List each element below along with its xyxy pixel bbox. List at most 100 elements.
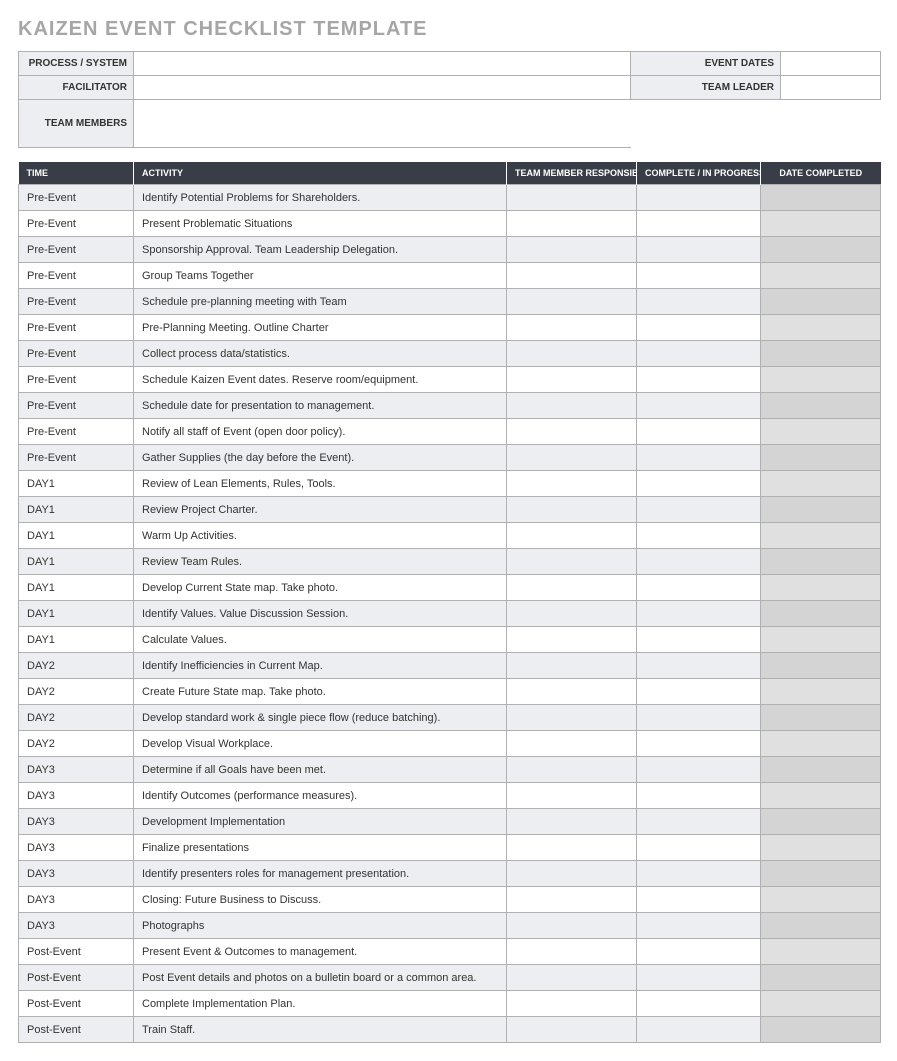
cell-date-completed[interactable] <box>761 835 881 861</box>
cell-complete[interactable] <box>637 211 761 237</box>
cell-date-completed[interactable] <box>761 965 881 991</box>
value-members[interactable] <box>134 100 631 148</box>
cell-date-completed[interactable] <box>761 653 881 679</box>
cell-date-completed[interactable] <box>761 809 881 835</box>
cell-complete[interactable] <box>637 731 761 757</box>
cell-date-completed[interactable] <box>761 627 881 653</box>
cell-complete[interactable] <box>637 393 761 419</box>
cell-responsible[interactable] <box>507 367 637 393</box>
cell-responsible[interactable] <box>507 211 637 237</box>
cell-date-completed[interactable] <box>761 497 881 523</box>
value-facilitator[interactable] <box>134 76 631 100</box>
cell-complete[interactable] <box>637 289 761 315</box>
cell-responsible[interactable] <box>507 705 637 731</box>
cell-date-completed[interactable] <box>761 861 881 887</box>
cell-date-completed[interactable] <box>761 757 881 783</box>
cell-date-completed[interactable] <box>761 289 881 315</box>
cell-date-completed[interactable] <box>761 315 881 341</box>
cell-date-completed[interactable] <box>761 783 881 809</box>
cell-complete[interactable] <box>637 341 761 367</box>
cell-complete[interactable] <box>637 939 761 965</box>
cell-responsible[interactable] <box>507 653 637 679</box>
cell-complete[interactable] <box>637 861 761 887</box>
cell-responsible[interactable] <box>507 835 637 861</box>
cell-complete[interactable] <box>637 653 761 679</box>
cell-date-completed[interactable] <box>761 679 881 705</box>
cell-date-completed[interactable] <box>761 913 881 939</box>
cell-date-completed[interactable] <box>761 237 881 263</box>
cell-complete[interactable] <box>637 445 761 471</box>
cell-complete[interactable] <box>637 575 761 601</box>
cell-responsible[interactable] <box>507 393 637 419</box>
cell-complete[interactable] <box>637 783 761 809</box>
cell-date-completed[interactable] <box>761 549 881 575</box>
cell-complete[interactable] <box>637 1017 761 1043</box>
cell-complete[interactable] <box>637 237 761 263</box>
cell-responsible[interactable] <box>507 913 637 939</box>
cell-date-completed[interactable] <box>761 575 881 601</box>
cell-complete[interactable] <box>637 471 761 497</box>
cell-complete[interactable] <box>637 887 761 913</box>
cell-date-completed[interactable] <box>761 263 881 289</box>
cell-complete[interactable] <box>637 601 761 627</box>
cell-date-completed[interactable] <box>761 523 881 549</box>
cell-date-completed[interactable] <box>761 939 881 965</box>
cell-complete[interactable] <box>637 913 761 939</box>
cell-responsible[interactable] <box>507 289 637 315</box>
cell-responsible[interactable] <box>507 783 637 809</box>
cell-responsible[interactable] <box>507 445 637 471</box>
cell-responsible[interactable] <box>507 731 637 757</box>
cell-responsible[interactable] <box>507 237 637 263</box>
cell-complete[interactable] <box>637 809 761 835</box>
cell-date-completed[interactable] <box>761 601 881 627</box>
cell-complete[interactable] <box>637 965 761 991</box>
value-dates[interactable] <box>781 52 881 76</box>
cell-date-completed[interactable] <box>761 471 881 497</box>
cell-date-completed[interactable] <box>761 445 881 471</box>
cell-complete[interactable] <box>637 679 761 705</box>
value-leader[interactable] <box>781 76 881 100</box>
cell-complete[interactable] <box>637 263 761 289</box>
cell-responsible[interactable] <box>507 887 637 913</box>
cell-date-completed[interactable] <box>761 341 881 367</box>
cell-responsible[interactable] <box>507 601 637 627</box>
cell-responsible[interactable] <box>507 861 637 887</box>
cell-complete[interactable] <box>637 419 761 445</box>
cell-date-completed[interactable] <box>761 211 881 237</box>
cell-complete[interactable] <box>637 185 761 211</box>
cell-date-completed[interactable] <box>761 887 881 913</box>
cell-complete[interactable] <box>637 835 761 861</box>
cell-responsible[interactable] <box>507 471 637 497</box>
cell-date-completed[interactable] <box>761 1017 881 1043</box>
cell-date-completed[interactable] <box>761 393 881 419</box>
cell-responsible[interactable] <box>507 575 637 601</box>
cell-responsible[interactable] <box>507 809 637 835</box>
cell-responsible[interactable] <box>507 1017 637 1043</box>
cell-responsible[interactable] <box>507 341 637 367</box>
cell-date-completed[interactable] <box>761 705 881 731</box>
cell-date-completed[interactable] <box>761 731 881 757</box>
cell-responsible[interactable] <box>507 939 637 965</box>
cell-responsible[interactable] <box>507 991 637 1017</box>
value-process[interactable] <box>134 52 631 76</box>
cell-complete[interactable] <box>637 705 761 731</box>
cell-date-completed[interactable] <box>761 419 881 445</box>
cell-responsible[interactable] <box>507 497 637 523</box>
cell-responsible[interactable] <box>507 757 637 783</box>
cell-responsible[interactable] <box>507 679 637 705</box>
cell-responsible[interactable] <box>507 965 637 991</box>
cell-responsible[interactable] <box>507 627 637 653</box>
cell-complete[interactable] <box>637 991 761 1017</box>
cell-responsible[interactable] <box>507 549 637 575</box>
cell-complete[interactable] <box>637 315 761 341</box>
cell-complete[interactable] <box>637 757 761 783</box>
cell-date-completed[interactable] <box>761 367 881 393</box>
cell-responsible[interactable] <box>507 315 637 341</box>
cell-responsible[interactable] <box>507 263 637 289</box>
cell-complete[interactable] <box>637 627 761 653</box>
cell-complete[interactable] <box>637 523 761 549</box>
cell-responsible[interactable] <box>507 419 637 445</box>
cell-complete[interactable] <box>637 367 761 393</box>
cell-responsible[interactable] <box>507 185 637 211</box>
cell-complete[interactable] <box>637 497 761 523</box>
